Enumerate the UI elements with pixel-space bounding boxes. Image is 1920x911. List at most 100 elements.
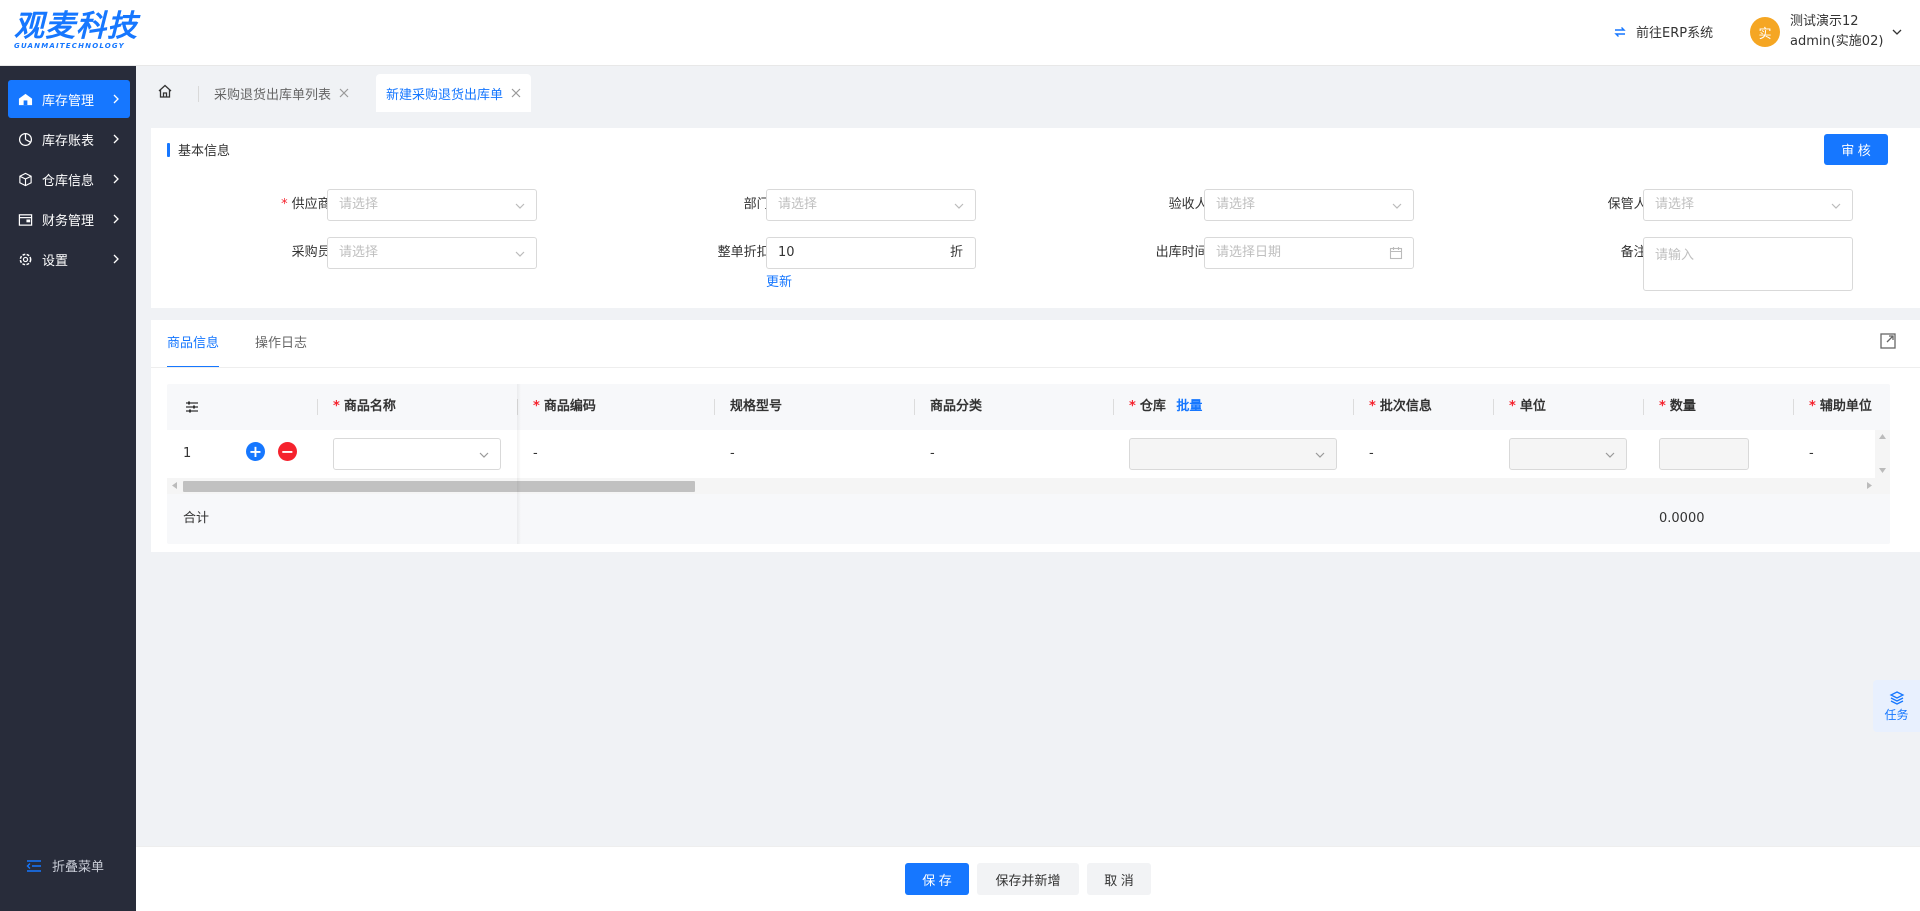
close-icon[interactable] [511,88,521,98]
sidebar-item-label: 财务管理 [42,213,95,229]
sidebar-item-settings[interactable]: 设置 [8,240,130,278]
supplier-select[interactable]: 请选择 [327,189,537,221]
batch-link[interactable]: 批量 [1176,399,1202,414]
export-icon[interactable] [1879,332,1897,350]
vertical-scrollbar[interactable] [1875,430,1890,478]
scrollbar-thumb[interactable] [183,481,695,492]
user-menu[interactable]: 实 测试演示12 admin(实施02) [1750,12,1903,52]
basic-info-panel: 基本信息 审 核 * 供应商: 请选择 部门: 请选择 验收人: 请选择 保管人:… [151,128,1920,308]
department-label: 部门: [743,197,774,212]
audit-button[interactable]: 审 核 [1824,134,1888,165]
sidebar-item-label: 库存账表 [42,133,95,149]
top-header: 观麦科技 GUANMAITECHNOLOGY 前往ERP系统 实 测试演示12 … [0,0,1920,66]
supplier-label: * 供应商: [281,197,335,212]
cube-icon [17,171,33,187]
avatar: 实 [1750,17,1780,47]
scroll-right-icon[interactable] [1867,482,1872,489]
buyer-select[interactable]: 请选择 [327,237,537,269]
update-link[interactable]: 更新 [766,271,792,290]
tabs-divider [151,367,1920,368]
goto-erp-label: 前往ERP系统 [1636,26,1714,41]
remove-row-button[interactable]: − [278,442,297,461]
logo-subtext: GUANMAITECHNOLOGY [14,42,125,50]
collapse-menu-label: 折叠菜单 [52,860,105,875]
warehouse-select[interactable] [1129,438,1337,470]
chevron-down-icon [1315,452,1325,458]
save-button[interactable]: 保 存 [905,863,969,895]
keeper-select[interactable]: 请选择 [1643,189,1853,221]
chevron-down-icon [1831,203,1841,209]
total-label: 合计 [183,511,210,526]
layers-icon [1889,690,1904,705]
tab-goods-info[interactable]: 商品信息 [167,320,220,368]
required-mark: * [281,197,288,212]
add-row-button[interactable]: + [246,442,265,461]
out-time-label: 出库时间: [1155,245,1212,260]
col-qty: * 数量 [1659,399,1696,414]
chevron-down-icon [1892,29,1902,35]
user-name: 测试演示12 [1790,14,1859,29]
horizontal-scrollbar[interactable] [167,478,1890,494]
tab-label: 采购退货出库单列表 [214,87,332,103]
logo-text: 观麦科技 [14,9,138,44]
fixed-column-shadow [517,384,521,544]
tab-label: 新建采购退货出库单 [386,87,504,103]
qty-input[interactable] [1659,438,1749,470]
chevron-down-icon [515,203,525,209]
scroll-up-icon[interactable] [1879,434,1886,439]
scroll-down-icon[interactable] [1879,468,1886,473]
receiver-select[interactable]: 请选择 [1204,189,1414,221]
chevron-right-icon [113,174,119,184]
cancel-button[interactable]: 取 消 [1087,863,1151,895]
tab-divider [198,86,199,102]
gear-icon [17,251,33,267]
sidebar-item-inventory-report[interactable]: 库存账表 [8,120,130,158]
cell-code: - [533,446,538,461]
chevron-right-icon [113,214,119,224]
collapse-menu-button[interactable]: 折叠菜单 [26,856,104,875]
sidebar-item-label: 仓库信息 [42,173,95,189]
col-aux-unit: * 辅助单位 [1809,399,1872,414]
col-category: 商品分类 [930,399,983,414]
tab-new-return[interactable]: 新建采购退货出库单 [376,74,532,112]
sidebar-item-finance[interactable]: 财务管理 [8,200,130,238]
goto-erp-link[interactable]: 前往ERP系统 [1612,22,1713,41]
chevron-right-icon [113,254,119,264]
out-time-datepicker[interactable]: 请选择日期 [1204,237,1414,269]
calendar-icon [1389,247,1403,260]
tab-return-list[interactable]: 采购退货出库单列表 [204,74,359,112]
section-title-basic: 基本信息 [178,144,231,159]
sidebar-item-label: 库存管理 [42,93,95,109]
chevron-right-icon [113,134,119,144]
task-float-button[interactable]: 任务 [1873,680,1920,732]
cell-category: - [930,446,935,461]
cell-aux-unit: - [1809,446,1814,461]
sidebar-item-label: 设置 [42,253,69,269]
remark-label: 备注: [1620,245,1651,260]
switch-arrows-icon [1614,26,1626,37]
home-tab[interactable] [150,76,180,106]
goods-table: * 商品名称 * 商品编码 规格型号 商品分类 * 仓库 批量 * 批次信息 * 单位 *… [167,384,1890,544]
col-name: * 商品名称 [333,399,396,414]
footer-actions: 保 存 保存并新增 取 消 [136,846,1920,911]
remark-textarea[interactable]: 请输入 [1643,237,1853,291]
sidebar-item-warehouse[interactable]: 仓库信息 [8,160,130,198]
sidebar-item-inventory[interactable]: 库存管理 [8,80,130,118]
table-row: 1 + − - - - - - [167,430,1890,478]
discount-value: 10 [778,245,795,260]
home-store-icon [17,91,33,107]
goods-name-select[interactable] [333,438,501,470]
column-settings-icon[interactable] [185,401,199,413]
save-and-new-button[interactable]: 保存并新增 [977,863,1079,895]
close-icon[interactable] [339,88,349,98]
discount-input[interactable]: 10 折 [766,237,976,269]
chevron-right-icon [113,94,119,104]
buyer-label: 采购员: [291,245,335,260]
company-logo[interactable]: 观麦科技 GUANMAITECHNOLOGY [14,9,138,51]
sidebar: 库存管理 库存账表 仓库信息 财务管理 设置 折叠菜单 [0,66,136,911]
tab-operation-log[interactable]: 操作日志 [255,320,307,368]
page-tabs-bar: 采购退货出库单列表 新建采购退货出库单 [136,66,1920,112]
department-select[interactable]: 请选择 [766,189,976,221]
unit-select[interactable] [1509,438,1627,470]
scroll-left-icon[interactable] [172,482,177,489]
